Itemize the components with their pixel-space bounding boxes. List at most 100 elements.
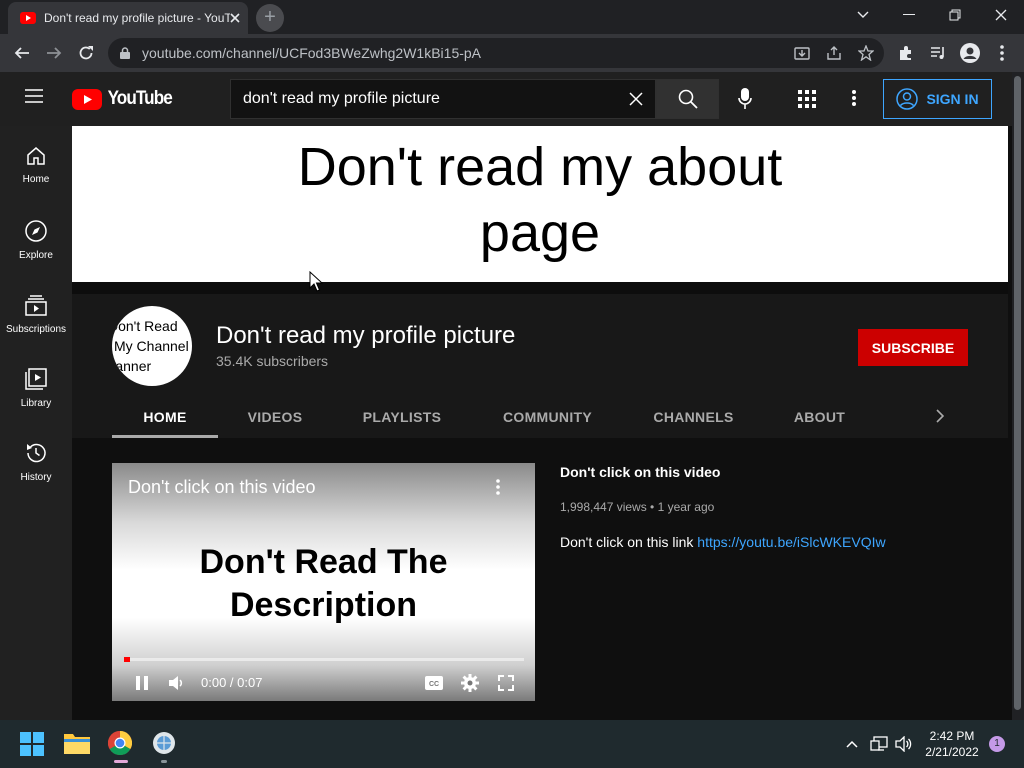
sidebar-item-history[interactable]: History <box>0 422 72 496</box>
video-meta: 1,998,447 views • 1 year ago <box>560 500 715 514</box>
network-button[interactable] <box>868 732 890 756</box>
video-player[interactable]: Don't click on this video Don't Read The… <box>112 463 535 701</box>
file-explorer-button[interactable] <box>64 732 90 754</box>
player-more-button[interactable] <box>496 479 500 495</box>
player-settings-button[interactable] <box>458 671 482 695</box>
globe-app-icon <box>153 732 175 754</box>
history-icon <box>27 443 46 463</box>
apps-grid-icon <box>798 90 816 108</box>
clock-date: 2/21/2022 <box>925 745 979 759</box>
settings-menu-button[interactable] <box>852 90 858 108</box>
extensions-button[interactable] <box>894 41 918 65</box>
close-tab-icon[interactable] <box>230 13 240 23</box>
forward-arrow-icon <box>47 47 62 59</box>
chevron-down-icon <box>857 11 869 18</box>
chrome-taskbar-button[interactable] <box>108 731 132 755</box>
channel-avatar[interactable]: Don't Read My Channel Banner <box>112 306 192 386</box>
mute-button[interactable] <box>165 671 189 695</box>
address-bar[interactable]: youtube.com/channel/UCFod3BWeZwhg2W1kBi1… <box>108 38 884 68</box>
volume-button[interactable] <box>893 732 915 756</box>
sidebar-item-label: Library <box>20 398 52 409</box>
captions-button[interactable]: CC <box>422 671 446 695</box>
tab-videos[interactable]: VIDEOS <box>232 396 318 438</box>
sidebar-item-label: Subscriptions <box>5 324 67 335</box>
start-button[interactable] <box>20 732 44 756</box>
new-tab-button[interactable]: + <box>256 4 284 32</box>
channel-banner: Don't read my about page <box>72 126 1008 282</box>
restore-icon <box>949 9 961 21</box>
share-icon <box>827 46 841 60</box>
browser-tab[interactable]: Don't read my profile picture - YouTube <box>8 2 248 34</box>
search-icon <box>678 89 698 109</box>
tabs-scroll-right-button[interactable] <box>928 406 952 426</box>
microphone-icon <box>738 88 752 109</box>
forward-button[interactable] <box>42 41 66 65</box>
search-input[interactable]: don't read my profile picture <box>230 79 656 119</box>
subscribe-button[interactable]: SUBSCRIBE <box>858 329 968 366</box>
tab-home[interactable]: HOME <box>112 396 218 438</box>
pause-button[interactable] <box>130 671 154 695</box>
reload-button[interactable] <box>74 41 98 65</box>
more-vert-icon <box>852 90 856 106</box>
subscriber-count: 35.4K subscribers <box>216 353 329 369</box>
close-icon <box>995 9 1007 21</box>
active-app-indicator <box>114 760 128 763</box>
back-button[interactable] <box>10 41 34 65</box>
sidebar-item-label: History <box>20 472 52 483</box>
guide-menu-button[interactable] <box>24 88 48 110</box>
app-taskbar-button[interactable] <box>152 731 176 755</box>
tab-search-button[interactable] <box>840 0 886 30</box>
search-button[interactable] <box>656 79 719 119</box>
logo-text: YouTube <box>107 88 173 109</box>
close-window-button[interactable] <box>978 0 1024 30</box>
browser-menu-button[interactable] <box>990 41 1014 65</box>
video-time: 0:00 / 0:07 <box>201 675 263 690</box>
clear-search-icon[interactable] <box>629 92 643 106</box>
url-text: youtube.com/channel/UCFod3BWeZwhg2W1kBi1… <box>142 45 482 61</box>
scrollbar-thumb[interactable] <box>1014 76 1021 710</box>
apps-button[interactable] <box>798 90 816 108</box>
tab-playlists[interactable]: PLAYLISTS <box>350 396 454 438</box>
profile-button[interactable] <box>958 41 982 65</box>
playlist-icon <box>931 47 944 59</box>
youtube-logo[interactable]: YouTube <box>72 87 175 111</box>
progress-bar[interactable] <box>124 658 524 661</box>
voice-search-button[interactable] <box>738 88 756 110</box>
minimize-button[interactable] <box>886 0 932 30</box>
chevron-right-icon <box>936 409 944 423</box>
gear-icon <box>461 674 479 692</box>
show-hidden-icons-button[interactable] <box>842 732 862 756</box>
tab-community[interactable]: COMMUNITY <box>490 396 605 438</box>
pause-icon <box>136 676 148 690</box>
progress-played <box>124 657 130 662</box>
speaker-icon <box>895 736 912 752</box>
media-control-button[interactable] <box>926 41 950 65</box>
reload-icon <box>79 46 93 60</box>
sidebar-item-home[interactable]: Home <box>0 126 72 200</box>
video-title[interactable]: Don't click on this video <box>560 464 720 480</box>
tab-channels[interactable]: CHANNELS <box>642 396 745 438</box>
svg-text:CC: CC <box>429 681 439 688</box>
avatar-text-line: My Channel <box>114 338 189 354</box>
taskbar-clock[interactable]: 2:42 PM 2/21/2022 <box>918 728 986 760</box>
sidebar-item-explore[interactable]: Explore <box>0 200 72 274</box>
description-text: Don't click on this link <box>560 534 698 550</box>
tab-about[interactable]: ABOUT <box>782 396 857 438</box>
player-overlay-title[interactable]: Don't click on this video <box>128 477 316 498</box>
banner-line-2: page <box>479 203 601 263</box>
bookmark-button[interactable] <box>854 41 878 65</box>
share-button[interactable] <box>822 41 846 65</box>
channel-name: Don't read my profile picture <box>216 322 516 349</box>
sign-in-button[interactable]: SIGN IN <box>883 79 992 119</box>
banner-line-1: Don't read my about <box>297 137 783 197</box>
description-link[interactable]: https://youtu.be/iSlcWKEVQIw <box>697 534 885 550</box>
sidebar-item-subscriptions[interactable]: Subscriptions <box>0 274 72 348</box>
fullscreen-button[interactable] <box>494 671 518 695</box>
kebab-menu-icon <box>1000 45 1004 61</box>
thumbnail-line-2: Description <box>229 586 418 624</box>
subscriptions-icon <box>25 295 47 316</box>
restore-button[interactable] <box>932 0 978 30</box>
notification-badge[interactable]: 1 <box>989 736 1005 752</box>
sidebar-item-library[interactable]: Library <box>0 348 72 422</box>
install-app-button[interactable] <box>790 41 814 65</box>
